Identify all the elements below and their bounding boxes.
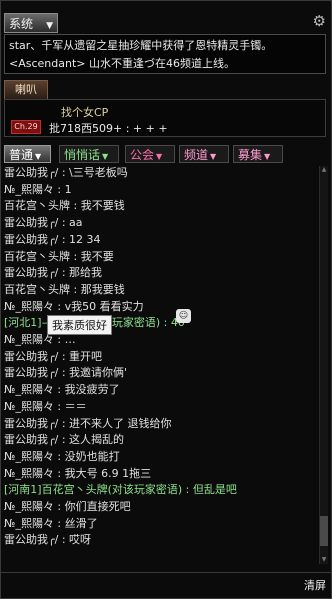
chat-message[interactable]: №_熙陽々 : 没奶也能打	[4, 449, 314, 466]
chevron-down-icon: ▼	[46, 21, 53, 31]
tab-channel[interactable]: 频道 ▼	[179, 145, 229, 163]
chat-message[interactable]: 雷公助我╭/ : 那给我	[4, 265, 314, 282]
chevron-down-icon: ▼	[264, 152, 271, 161]
scroll-down-icon[interactable]: ▼	[320, 556, 328, 564]
chat-message[interactable]: 雷公助我╭/ : 这人揭乱的	[4, 432, 314, 449]
chat-message[interactable]: №_熙陽々 : 1	[4, 182, 314, 199]
chat-message[interactable]: [河南1]百花宫丶头牌(对该玩家密语) : 但乱是吧	[4, 482, 314, 499]
chat-message[interactable]: №_熙陽々 : ＝＝	[4, 399, 314, 416]
horn-tab-label: 喇叭	[15, 83, 37, 96]
tab-whisper[interactable]: 悄悄话 ▼	[59, 145, 119, 163]
divider	[0, 572, 332, 573]
chat-message[interactable]: №_熙陽々 : 我大号 6.9 1拖三	[4, 466, 314, 483]
chat-message[interactable]: 百花宫丶头牌 : 我不要钱	[4, 198, 314, 215]
scrollbar-thumb[interactable]	[320, 516, 328, 546]
chevron-down-icon: ▼	[35, 152, 42, 161]
channel-tabs: 普通 ▼ 悄悄话 ▼ 公会 ▼ 频道 ▼ 募集 ▼	[4, 145, 326, 165]
system-tab-label: 系统	[9, 17, 34, 31]
tab-label: 悄悄话	[64, 148, 101, 162]
horn-message-box: 找个女CP Ch.29 批718西509+ : + + +	[4, 99, 326, 137]
system-message-box: star、千军从遗留之星抽珍耀中获得了恩特精灵手镯。 <Ascendant> 山…	[4, 34, 326, 74]
chat-message[interactable]: 雷公助我╭/ : \三号老板吗	[4, 165, 314, 182]
chevron-down-icon: ▼	[102, 152, 109, 161]
clear-button[interactable]: 清屏	[304, 577, 326, 593]
system-tab[interactable]: 系统 ▼	[4, 13, 58, 33]
chat-message[interactable]: 雷公助我╭/ : aa	[4, 215, 314, 232]
horn-line-2: 批718西509+ : + + +	[49, 122, 168, 135]
chat-message[interactable]: №_熙陽々 : 你们直接死吧	[4, 499, 314, 516]
chat-message[interactable]: №_熙陽々 : v我50 看看实力	[4, 299, 314, 316]
tab-recruit[interactable]: 募集 ▼	[233, 145, 283, 163]
horn-line-1: 找个女CP	[61, 106, 109, 119]
chat-message[interactable]: 百花宫丶头牌 : 我不要	[4, 249, 314, 266]
chat-message[interactable]: 雷公助我╭/ : 进不来人了 退钱给你	[4, 416, 314, 433]
tab-label: 募集	[238, 148, 263, 162]
tab-normal[interactable]: 普通 ▼	[4, 145, 51, 163]
tab-label: 公会	[130, 148, 155, 162]
chat-message[interactable]: №_熙陽々 : 丝滑了	[4, 516, 314, 533]
chat-log: 雷公助我╭/ : \三号老板吗 №_熙陽々 : 1 百花宫丶头牌 : 我不要钱 雷公助…	[4, 165, 314, 565]
scroll-up-icon[interactable]: ▲	[320, 166, 328, 174]
chevron-down-icon: ▼	[156, 152, 163, 161]
chat-scrollbar[interactable]: ▲ ▼	[319, 166, 328, 564]
chat-message[interactable]: 雷公助我╭/ : 重开吧	[4, 349, 314, 366]
system-line: <Ascendant> 山水不重逢づ在46频道上线。	[9, 57, 235, 70]
tab-label: 频道	[184, 148, 209, 162]
chat-message[interactable]: 雷公助我╭/ : 哎呀	[4, 532, 314, 549]
chevron-down-icon: ▼	[210, 152, 217, 161]
horn-tab[interactable]: 喇叭	[4, 80, 48, 100]
tooltip: 我素质很好	[47, 315, 112, 335]
chat-message[interactable]: 雷公助我╭/ : 12 34	[4, 232, 314, 249]
chat-message[interactable]: 百花宫丶头牌 : 那我要钱	[4, 282, 314, 299]
system-line: star、千军从遗留之星抽珍耀中获得了恩特精灵手镯。	[9, 39, 273, 52]
emoji-icon: ☺	[176, 309, 191, 323]
channel-badge: Ch.29	[11, 120, 41, 134]
chat-message[interactable]: 雷公助我╭/ : 我邀请你俩'	[4, 365, 314, 382]
tab-guild[interactable]: 公会 ▼	[125, 145, 175, 163]
tab-label: 普通	[9, 148, 34, 162]
chat-message[interactable]: №_熙陽々 : 我没疲劳了	[4, 382, 314, 399]
gear-icon[interactable]: ⚙	[313, 12, 326, 30]
